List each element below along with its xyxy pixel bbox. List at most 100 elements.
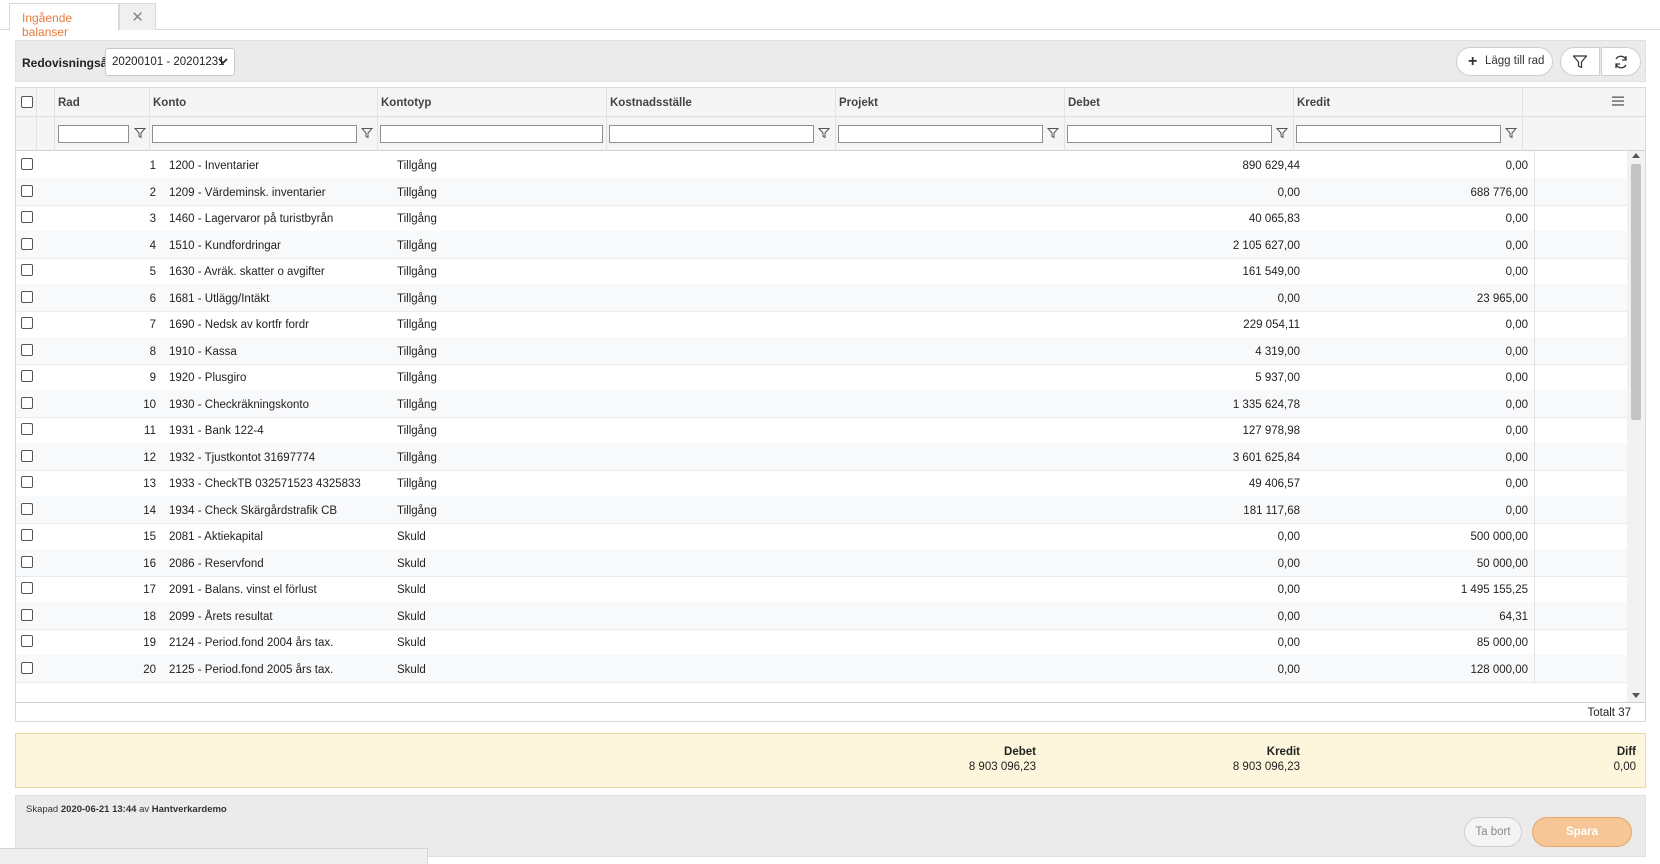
table-row[interactable]: 12 1932 - Tjustkontot 31697774 Tillgång 3 6… xyxy=(16,442,1627,471)
table-row[interactable]: 16 2086 - Reservfond Skuld 0,00 50 000,00 xyxy=(16,548,1627,577)
scroll-down-icon[interactable] xyxy=(1632,693,1640,698)
row-account: 1934 - Check Skärgårdstrafik CB xyxy=(169,504,338,517)
row-checkbox[interactable] xyxy=(21,608,33,621)
row-checkbox[interactable] xyxy=(21,476,33,488)
filter-input-kostnadsstalle[interactable] xyxy=(609,125,814,143)
row-checkbox[interactable] xyxy=(21,158,33,170)
scroll-thumb[interactable] xyxy=(1631,164,1641,420)
filter-icon[interactable] xyxy=(818,127,830,139)
row-checkbox[interactable] xyxy=(21,635,33,647)
column-divider xyxy=(1534,442,1535,471)
vertical-scrollbar[interactable] xyxy=(1627,151,1645,702)
row-checkbox[interactable] xyxy=(21,582,33,594)
table-row[interactable]: 14 1934 - Check Skärgårdstrafik CB Tillgån… xyxy=(16,495,1627,524)
filter-icon[interactable] xyxy=(361,127,373,139)
column-divider xyxy=(1534,654,1535,683)
save-button[interactable]: Spara xyxy=(1532,817,1632,847)
refresh-button[interactable] xyxy=(1601,47,1641,76)
row-checkbox[interactable] xyxy=(21,211,33,223)
close-tab-icon[interactable]: ✕ xyxy=(119,3,156,30)
column-divider xyxy=(1534,310,1535,338)
row-debet: 0,00 xyxy=(1277,557,1300,570)
row-checkbox[interactable] xyxy=(21,343,33,356)
filter-input-projekt[interactable] xyxy=(838,125,1043,143)
row-checkbox[interactable] xyxy=(21,529,33,541)
filter-icon[interactable] xyxy=(1276,127,1288,139)
column-header-debet[interactable]: Debet xyxy=(1064,88,1293,117)
row-checkbox[interactable] xyxy=(21,184,33,197)
filter-icon[interactable] xyxy=(1047,127,1059,139)
table-row[interactable]: 1 1200 - Inventarier Tillgång 890 629,44 0,0… xyxy=(16,151,1627,179)
scroll-up-icon[interactable] xyxy=(1632,153,1640,158)
row-checkbox[interactable] xyxy=(21,555,33,568)
table-row[interactable]: 19 2124 - Period.fond 2004 års tax. Skuld 0… xyxy=(16,628,1627,656)
header-end xyxy=(1522,88,1645,117)
filter-input-konto[interactable] xyxy=(152,125,357,143)
column-header-rad[interactable]: Rad xyxy=(54,88,149,117)
filter-spacer xyxy=(36,117,54,151)
table-row[interactable]: 18 2099 - Årets resultat Skuld 0,00 64,31 xyxy=(16,601,1627,630)
row-checkbox[interactable] xyxy=(21,661,33,674)
filter-input-debet[interactable] xyxy=(1067,125,1272,143)
row-checkbox[interactable] xyxy=(21,502,33,515)
add-row-label: Lägg till rad xyxy=(1485,55,1545,67)
table-row[interactable]: 4 1510 - Kundfordringar Tillgång 2 105 627,… xyxy=(16,230,1627,259)
summary-diff: Diff 0,00 xyxy=(1536,746,1636,773)
table-row[interactable]: 8 1910 - Kassa Tillgång 4 319,00 0,00 xyxy=(16,336,1627,365)
fiscal-year-value: 20200101 - 20201231 xyxy=(112,56,225,68)
table-row[interactable]: 20 2125 - Period.fond 2005 års tax. Skuld 0… xyxy=(16,654,1627,683)
table-row[interactable]: 15 2081 - Aktiekapital Skuld 0,00 500 000,00 xyxy=(16,522,1627,550)
row-checkbox[interactable] xyxy=(21,396,33,409)
table-row[interactable]: 6 1681 - Utlägg/Intäkt Tillgång 0,00 23 965,… xyxy=(16,283,1627,312)
filter-icon[interactable] xyxy=(134,127,146,139)
row-debet: 49 406,57 xyxy=(1248,478,1300,490)
filter-input-rad[interactable] xyxy=(58,125,129,143)
table-row[interactable]: 7 1690 - Nedsk av kortfr fordr Tillgång 229… xyxy=(16,310,1627,338)
row-checkbox[interactable] xyxy=(21,449,33,462)
table-row[interactable]: 3 1460 - Lagervaror på turistbyrån Tillgån… xyxy=(16,204,1627,232)
column-menu-icon[interactable] xyxy=(1611,95,1625,107)
row-checkbox[interactable] xyxy=(21,237,33,250)
table-row[interactable]: 9 1920 - Plusgiro Tillgång 5 937,00 0,00 xyxy=(16,363,1627,391)
table-row[interactable]: 2 1209 - Värdeminsk. inventarier Tillgång 0… xyxy=(16,177,1627,206)
column-header-kostnadsstalle[interactable]: Kostnadsställe xyxy=(606,88,835,117)
table-row[interactable]: 13 1933 - CheckTB 032571523 4325833 Tillgå… xyxy=(16,469,1627,497)
row-checkbox[interactable] xyxy=(21,370,33,382)
table-row[interactable]: 5 1630 - Avräk. skatter o avgifter Tillgån… xyxy=(16,257,1627,285)
created-prefix: Skapad xyxy=(26,804,59,815)
row-debet: 5 937,00 xyxy=(1255,372,1300,384)
column-header-konto[interactable]: Konto xyxy=(149,88,377,117)
row-account-type: Tillgång xyxy=(397,478,437,490)
table-row[interactable]: 17 2091 - Balans. vinst el förlust Skuld 0,… xyxy=(16,575,1627,603)
row-debet: 0,00 xyxy=(1277,584,1300,596)
bottom-panel-strip xyxy=(0,848,428,864)
row-checkbox[interactable] xyxy=(21,290,33,303)
column-divider xyxy=(1534,204,1535,232)
fiscal-year-select[interactable]: 20200101 - 20201231 xyxy=(105,48,235,76)
column-divider xyxy=(1534,151,1535,179)
row-kredit: 23 965,00 xyxy=(1476,292,1528,305)
row-account: 1910 - Kassa xyxy=(169,345,237,358)
column-divider xyxy=(1534,601,1535,630)
column-header-projekt[interactable]: Projekt xyxy=(835,88,1064,117)
table-row[interactable]: 10 1930 - Checkräkningskonto Tillgång 1 335… xyxy=(16,389,1627,418)
row-debet: 161 549,00 xyxy=(1242,266,1300,278)
filter-icon[interactable] xyxy=(1505,127,1517,139)
row-debet: 40 065,83 xyxy=(1248,213,1300,225)
row-kredit: 688 776,00 xyxy=(1470,186,1528,199)
filter-button[interactable] xyxy=(1560,47,1600,76)
table-row[interactable]: 11 1931 - Bank 122-4 Tillgång 127 978,98 0,0… xyxy=(16,416,1627,444)
column-header-kredit[interactable]: Kredit xyxy=(1293,88,1522,117)
row-checkbox[interactable] xyxy=(21,317,33,329)
select-all-checkbox[interactable] xyxy=(21,96,33,108)
column-header-kontotyp[interactable]: Kontotyp xyxy=(377,88,606,117)
row-checkbox[interactable] xyxy=(21,264,33,276)
row-checkbox[interactable] xyxy=(21,423,33,435)
row-account: 1930 - Checkräkningskonto xyxy=(169,398,309,411)
tab-ingaende-balanser[interactable]: Ingående balanser xyxy=(9,3,119,39)
delete-button[interactable]: Ta bort xyxy=(1464,817,1522,847)
add-row-button[interactable]: + Lägg till rad xyxy=(1456,47,1553,76)
summary-kredit-label: Kredit xyxy=(1266,746,1300,758)
filter-input-kontotyp[interactable] xyxy=(380,125,603,143)
filter-input-kredit[interactable] xyxy=(1296,125,1501,143)
